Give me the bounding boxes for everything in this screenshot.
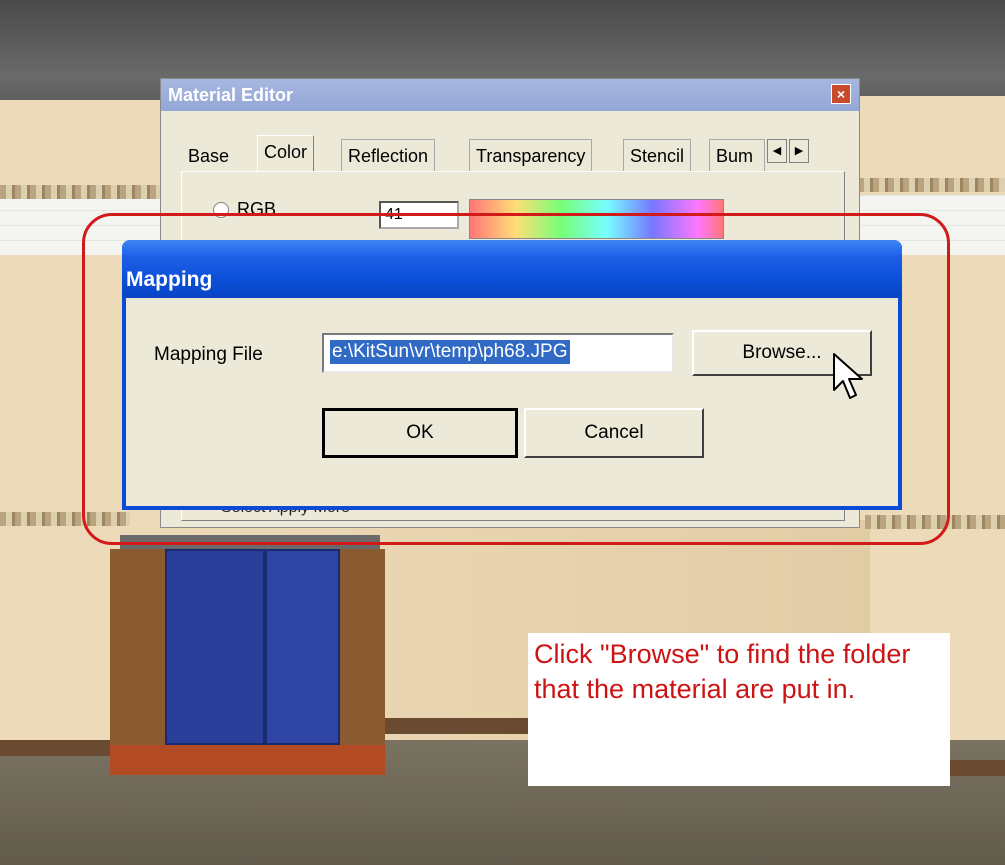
tab-reflection[interactable]: Reflection <box>341 139 436 171</box>
tab-stencil[interactable]: Stencil <box>623 139 692 171</box>
cabinet-side-left <box>110 549 165 749</box>
cabinet-plinth <box>110 745 385 775</box>
instruction-text: Click "Browse" to find the folder that t… <box>534 639 911 704</box>
cabinet-side-right <box>340 549 385 749</box>
material-editor-title: Material Editor <box>168 85 294 105</box>
tab-transparency[interactable]: Transparency <box>469 139 593 171</box>
tab-scroll-right-icon[interactable]: ▶ <box>789 139 809 163</box>
instruction-annotation: Click "Browse" to find the folder that t… <box>528 633 950 786</box>
baseboard-left <box>0 740 120 756</box>
tab-base[interactable]: Base <box>181 139 237 171</box>
tab-scroll-left-icon[interactable]: ◀ <box>767 139 787 163</box>
corner-cabinet <box>110 535 385 775</box>
tile-border-right <box>858 178 1005 192</box>
close-icon[interactable]: × <box>831 84 851 104</box>
tab-bump[interactable]: Bum <box>709 139 765 171</box>
cabinet-door-right <box>265 549 340 745</box>
cabinet-door-left <box>165 549 265 745</box>
tile-border-left <box>0 185 165 199</box>
baseboard-right <box>945 760 1005 776</box>
material-editor-titlebar[interactable]: Material Editor × <box>161 79 859 111</box>
red-highlight-outline <box>82 213 950 545</box>
tab-color[interactable]: Color <box>257 135 315 171</box>
